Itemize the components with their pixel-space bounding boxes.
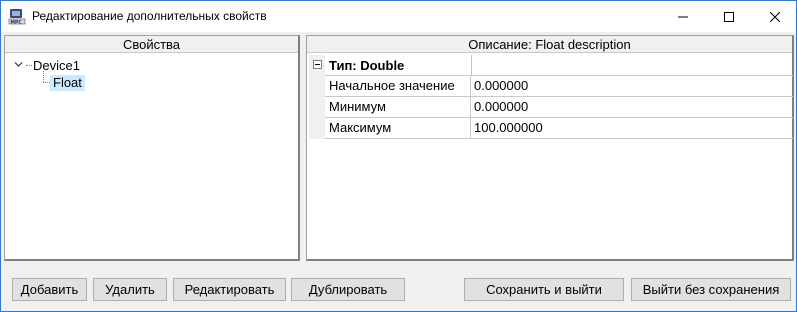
grid-gutter — [309, 76, 325, 97]
tree-connector — [26, 65, 32, 66]
duplicate-button[interactable]: Дублировать — [291, 278, 405, 301]
grid-property-name: Максимум — [325, 118, 471, 139]
grid-property-value[interactable]: 100.000000 — [471, 118, 793, 139]
collapse-icon[interactable] — [313, 60, 322, 69]
svg-text:MPC: MPC — [11, 19, 23, 25]
window-title: Редактирование дополнительных свойств — [32, 9, 267, 23]
grid-category-label: Тип: Double — [329, 58, 405, 73]
grid-property-value[interactable]: 0.000000 — [471, 97, 793, 118]
maximize-button[interactable] — [706, 1, 752, 32]
grid-row[interactable]: Минимум 0.000000 — [309, 97, 793, 118]
description-panel: Описание: Float description Тип: Double … — [306, 35, 794, 261]
app-logo-icon: MPC — [8, 9, 26, 25]
description-header: Описание: Float description — [307, 36, 792, 53]
properties-panel: Свойства Device1 Float — [4, 35, 300, 261]
grid-gutter — [309, 55, 325, 76]
dialog-window: MPC Редактирование дополнительных свойст… — [0, 0, 797, 312]
grid-property-value[interactable]: 0.000000 — [471, 76, 793, 97]
close-icon — [770, 11, 780, 22]
grid-property-name: Минимум — [325, 97, 471, 118]
delete-button[interactable]: Удалить — [93, 278, 167, 301]
edit-button[interactable]: Редактировать — [173, 278, 286, 301]
add-button[interactable]: Добавить — [12, 278, 87, 301]
save-and-exit-button[interactable]: Сохранить и выйти — [464, 278, 624, 301]
grid-category-row[interactable]: Тип: Double — [309, 55, 793, 76]
tree-item-device1[interactable]: Device1 — [33, 58, 80, 73]
grid-row[interactable]: Максимум 100.000000 — [309, 118, 793, 139]
exit-without-saving-button[interactable]: Выйти без сохранения — [631, 278, 791, 301]
properties-tree[interactable]: Device1 Float — [5, 55, 298, 259]
grid-gutter — [309, 118, 325, 139]
maximize-icon — [724, 11, 734, 22]
tree-connector — [43, 71, 44, 82]
grid-property-name: Начальное значение — [325, 76, 471, 97]
tree-connector — [43, 82, 50, 83]
minimize-icon — [678, 16, 688, 17]
tree-item-float[interactable]: Float — [50, 75, 85, 91]
minimize-button[interactable] — [660, 1, 706, 32]
properties-header: Свойства — [5, 36, 298, 53]
property-grid: Тип: Double Начальное значение 0.000000 … — [309, 55, 793, 139]
close-button[interactable] — [752, 1, 797, 32]
grid-category-value — [471, 55, 793, 76]
title-bar[interactable]: MPC Редактирование дополнительных свойст… — [1, 1, 796, 32]
grid-row[interactable]: Начальное значение 0.000000 — [309, 76, 793, 97]
chevron-down-icon[interactable] — [13, 59, 24, 70]
grid-gutter — [309, 97, 325, 118]
